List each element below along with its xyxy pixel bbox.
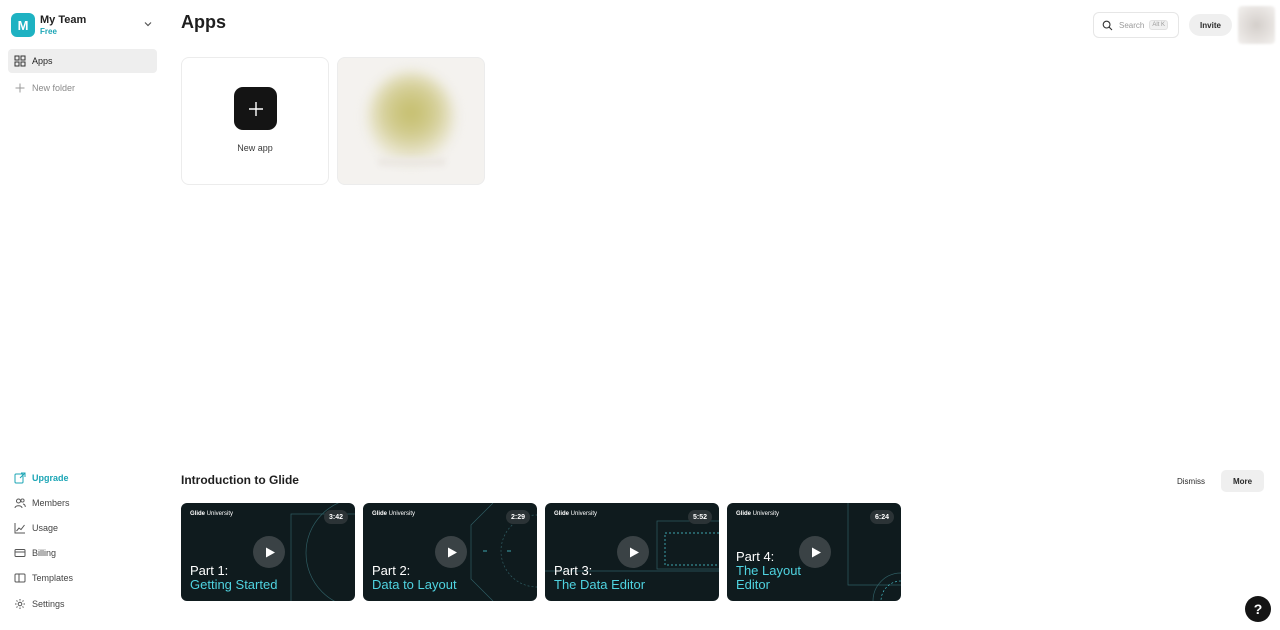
- search-input[interactable]: Search Alt K: [1093, 12, 1179, 38]
- templates-icon: [14, 573, 26, 583]
- team-avatar: M: [11, 13, 35, 37]
- more-button[interactable]: More: [1221, 470, 1264, 492]
- app-card[interactable]: [337, 57, 485, 185]
- team-name: My Team: [40, 13, 87, 26]
- billing-card-icon: [14, 549, 26, 557]
- sidebar-item-usage[interactable]: Usage: [14, 520, 58, 536]
- new-app-card[interactable]: New app: [181, 57, 329, 185]
- sidebar-item-settings[interactable]: Settings: [14, 596, 65, 612]
- video-brand: Glide University: [190, 511, 234, 517]
- video-subtitle: The Layout: [736, 563, 802, 578]
- play-button[interactable]: [253, 536, 285, 568]
- play-icon: [629, 547, 639, 557]
- video-part-label: Part 2:: [372, 563, 411, 578]
- sidebar-item-label: Apps: [32, 56, 53, 66]
- sidebar-item-label: Templates: [32, 573, 74, 583]
- search-placeholder: Search: [1119, 20, 1145, 30]
- sidebar-item-label: Settings: [32, 599, 65, 609]
- video-brand: Glide University: [736, 511, 780, 517]
- play-button[interactable]: [435, 536, 467, 568]
- team-plan: Free: [40, 26, 57, 36]
- play-icon: [265, 547, 275, 557]
- members-icon: [14, 498, 26, 509]
- sidebar-item-label: Usage: [32, 523, 59, 533]
- sidebar-item-templates[interactable]: Templates: [14, 570, 73, 586]
- sidebar: M My Team Free Apps New folder Upgrade M…: [0, 0, 166, 630]
- app-name-placeholder: [378, 158, 446, 166]
- sidebar-item-apps[interactable]: Apps: [8, 49, 157, 73]
- video-subtitle: Data to Layout: [372, 577, 457, 592]
- video-part-label: Part 1:: [190, 563, 229, 578]
- video-brand: Glide University: [372, 511, 416, 517]
- video-card-part-3[interactable]: Glide University 5:52 Part 3: The Data E…: [545, 503, 719, 601]
- video-card-part-1[interactable]: Glide University 3:42 Part 1: Getting St…: [181, 503, 355, 601]
- intro-section-title: Introduction to Glide: [181, 473, 299, 487]
- team-info: My Team Free: [40, 14, 86, 37]
- new-app-label: New app: [237, 143, 273, 153]
- play-icon: [811, 547, 821, 557]
- video-subtitle: The Data Editor: [554, 577, 646, 592]
- page-title: Apps: [181, 12, 226, 32]
- sidebar-item-label: Members: [32, 498, 70, 508]
- play-icon: [447, 547, 457, 557]
- plus-icon: [248, 101, 263, 116]
- dismiss-button[interactable]: Dismiss: [1167, 470, 1215, 492]
- play-button[interactable]: [799, 536, 831, 568]
- video-card-part-2[interactable]: Glide University 2:29 Part 2: Data to La…: [363, 503, 537, 601]
- new-app-button[interactable]: [234, 87, 277, 130]
- user-avatar[interactable]: [1238, 6, 1275, 44]
- video-subtitle-line-2: Editor: [736, 577, 770, 592]
- sidebar-item-upgrade[interactable]: Upgrade: [14, 470, 69, 486]
- gear-icon: [15, 599, 25, 609]
- team-switcher[interactable]: M My Team Free: [11, 12, 157, 38]
- video-duration: 5:52: [687, 510, 712, 524]
- play-button[interactable]: [617, 536, 649, 568]
- video-subtitle: Getting Started: [190, 577, 278, 592]
- chevron-down-icon: [144, 22, 152, 27]
- sidebar-item-label: Upgrade: [32, 473, 69, 483]
- video-duration: 6:24: [869, 510, 894, 524]
- sidebar-item-new-folder[interactable]: New folder: [8, 76, 157, 100]
- help-button[interactable]: ?: [1245, 596, 1271, 622]
- video-part-label: Part 4:: [736, 549, 775, 564]
- sidebar-item-label: Billing: [32, 548, 57, 558]
- video-card-part-4[interactable]: Glide University 6:24 Part 4: The Layout…: [727, 503, 901, 601]
- sidebar-item-members[interactable]: Members: [14, 495, 70, 511]
- video-part-label: Part 3:: [554, 563, 593, 578]
- video-duration: 3:42: [323, 510, 348, 524]
- invite-button[interactable]: Invite: [1189, 14, 1232, 36]
- video-duration: 2:29: [505, 510, 530, 524]
- search-icon: [1102, 20, 1113, 30]
- sidebar-item-billing[interactable]: Billing: [14, 545, 56, 561]
- upgrade-icon: [14, 472, 26, 484]
- usage-chart-icon: [14, 523, 25, 534]
- grid-icon: [14, 55, 26, 67]
- app-thumbnail: [368, 72, 454, 162]
- search-shortcut-badge: Alt K: [1149, 20, 1169, 30]
- plus-icon: [15, 83, 25, 93]
- sidebar-item-label: New folder: [32, 83, 76, 93]
- video-brand: Glide University: [554, 511, 598, 517]
